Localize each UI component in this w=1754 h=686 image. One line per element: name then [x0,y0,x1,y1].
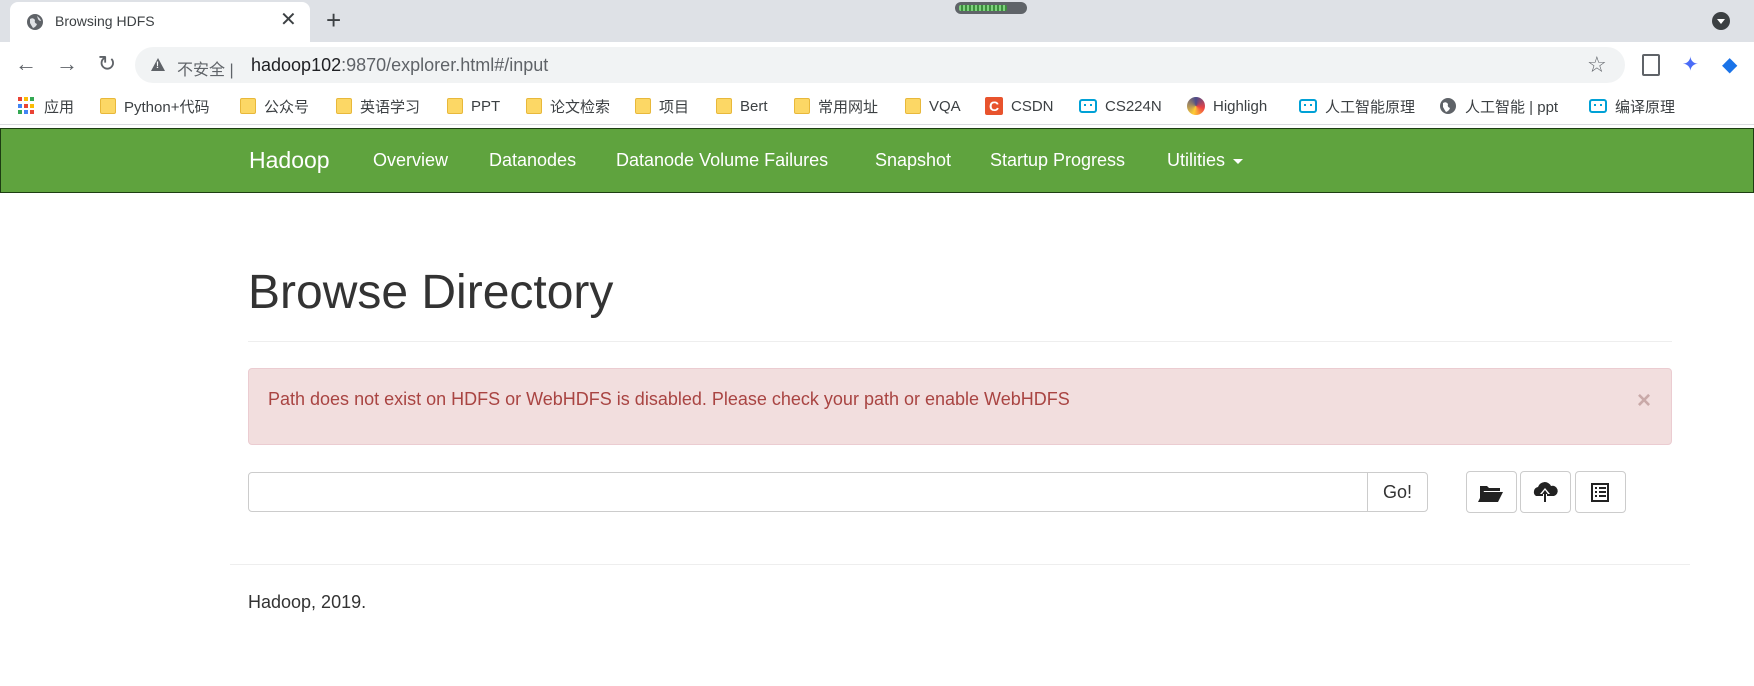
bilibili-icon [1589,99,1607,113]
hadoop-navbar: Hadoop Overview Datanodes Datanode Volum… [0,128,1754,193]
bookmark-label: CSDN [1011,97,1054,115]
bookmark-label: 项目 [659,98,690,116]
caret-down-icon [1233,158,1244,164]
bookmark-label: 英语学习 [360,98,421,116]
warning-icon[interactable] [151,58,165,71]
bookmark-label: Highligh [1213,97,1268,115]
bookmark-label: 论文检索 [550,98,611,116]
security-label[interactable]: 不安全 | [177,56,234,80]
tab-title: Browsing HDFS [55,13,155,29]
nav-startup-progress[interactable]: Startup Progress [990,150,1125,171]
go-button[interactable]: Go! [1367,472,1428,512]
cut-paste-icon [1591,483,1609,502]
bookmark-item[interactable]: VQA [905,95,961,117]
alert-close-button[interactable]: × [1637,389,1651,413]
browser-tab-strip: Browsing HDFS ✕ + [0,0,1754,42]
url-host: hadoop102 [251,55,342,75]
folder-icon [526,98,542,114]
bilibili-icon [1079,99,1097,113]
tab-search-icon[interactable] [1712,12,1730,30]
browser-toolbar: ← → ↻ 不安全 | hadoop102:9870/explorer.html… [0,42,1754,88]
folder-icon [240,98,256,114]
bookmark-label: 编译原理 [1615,98,1676,116]
bookmark-label: CS224N [1105,97,1162,115]
upload-files-button[interactable] [1520,471,1571,513]
folder-icon [447,98,463,114]
create-directory-icon [1478,486,1503,502]
bookmark-item[interactable]: 论文检索 [526,95,610,117]
error-alert: Path does not exist on HDFS or WebHDFS i… [248,368,1672,445]
back-button[interactable]: ← [12,50,40,78]
new-tab-button[interactable]: + [326,7,341,33]
close-tab-icon[interactable]: ✕ [280,10,297,30]
bookmark-label: 人工智能 | ppt [1465,98,1559,116]
bookmark-star-icon[interactable]: ☆ [1587,52,1607,78]
nav-datanode-volume-failures[interactable]: Datanode Volume Failures [616,150,828,171]
highlight-icon [1187,97,1205,115]
globe-icon [1440,98,1456,114]
directory-path-input[interactable] [248,472,1368,512]
bookmark-label: 公众号 [264,98,310,116]
bookmark-item[interactable]: Python+代码 [100,95,209,117]
bookmark-item[interactable]: 公众号 [240,95,309,117]
apps-grid-icon [18,97,36,115]
nav-overview[interactable]: Overview [373,150,448,171]
nav-datanodes[interactable]: Datanodes [489,150,576,171]
upload-icon [1533,482,1558,502]
alert-message: Path does not exist on HDFS or WebHDFS i… [268,389,1070,409]
loading-indicator [955,2,1027,14]
graduation-cap-extension-icon[interactable]: ◆ [1722,54,1744,76]
bookmark-label: 应用 [44,98,75,116]
bookmark-label: 人工智能原理 [1325,98,1416,116]
url-path: :9870/explorer.html#/input [341,55,549,75]
folder-icon [716,98,732,114]
bookmark-label: Python+代码 [124,98,210,116]
bookmark-item[interactable]: 常用网址 [794,95,878,117]
bilibili-icon [1299,99,1317,113]
globe-icon [27,14,43,30]
bird-extension-icon[interactable]: ✦ [1682,54,1704,76]
bookmark-item[interactable]: 人工智能 | ppt [1439,95,1558,117]
bookmark-item[interactable]: 编译原理 [1589,95,1675,117]
bookmark-label: 常用网址 [818,98,879,116]
bookmark-label: PPT [471,97,501,115]
bookmark-item[interactable]: Highligh [1187,95,1267,117]
footer-text: Hadoop, 2019. [248,592,367,612]
reload-button[interactable]: ↻ [93,50,121,78]
cut-paste-button[interactable] [1575,471,1626,513]
bookmarks-bar: 应用 Python+代码 公众号 英语学习 PPT 论文检索 项目 Bert 常用网址 VQA C C… [0,88,1754,125]
folder-icon [905,98,921,114]
nav-utilities-dropdown[interactable]: Utilities [1167,150,1244,171]
bookmark-item[interactable]: 英语学习 [336,95,420,117]
url-text[interactable]: hadoop102:9870/explorer.html#/input [251,55,548,76]
nav-utilities-label: Utilities [1167,150,1226,170]
create-directory-button[interactable] [1466,471,1517,513]
bookmark-label: VQA [929,97,961,115]
bookmark-label: Bert [740,97,768,115]
csdn-icon: C [985,97,1003,115]
forward-button[interactable]: → [53,50,81,78]
page-title: Browse Directory [248,266,614,319]
document-extension-icon[interactable] [1642,54,1660,76]
bookmark-item[interactable]: C CSDN [985,95,1054,117]
bookmark-item[interactable]: Bert [716,95,768,117]
bookmark-item[interactable]: PPT [447,95,500,117]
nav-snapshot[interactable]: Snapshot [875,150,951,171]
folder-icon [635,98,651,114]
address-bar[interactable]: 不安全 | hadoop102:9870/explorer.html#/inpu… [135,47,1625,83]
folder-icon [336,98,352,114]
bookmark-item[interactable]: 项目 [635,95,689,117]
folder-icon [794,98,810,114]
header-divider [248,341,1672,342]
bookmark-item[interactable]: CS224N [1079,95,1162,117]
bookmark-item[interactable]: 应用 [18,95,74,117]
bookmark-item[interactable]: 人工智能原理 [1299,95,1415,117]
footer-divider [230,564,1690,565]
brand-link[interactable]: Hadoop [249,147,330,174]
browser-tab[interactable]: Browsing HDFS ✕ [10,2,310,42]
folder-icon [100,98,116,114]
